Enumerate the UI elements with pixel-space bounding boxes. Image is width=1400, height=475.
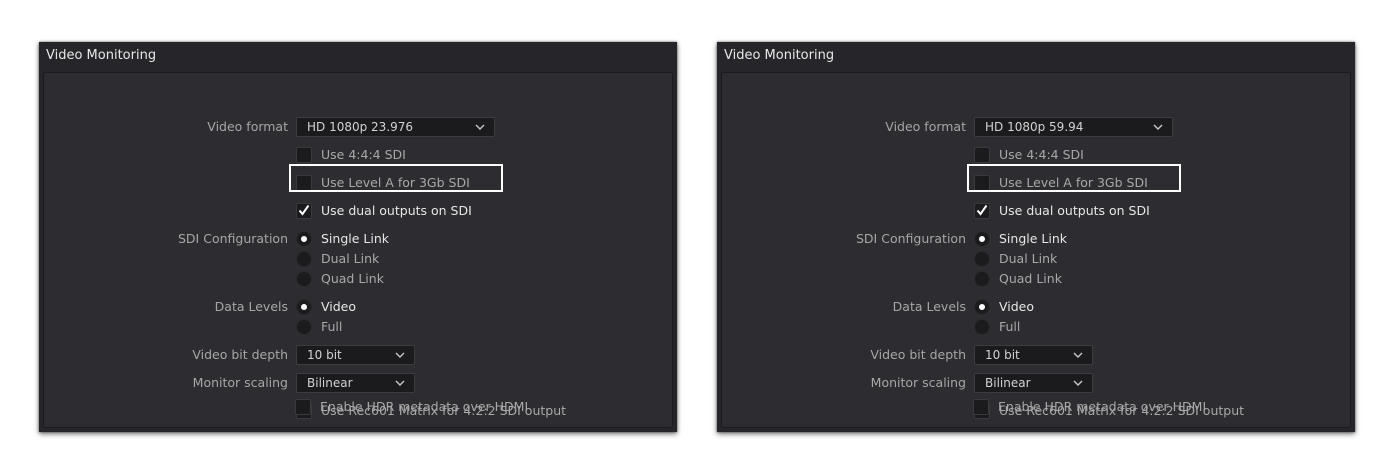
radio-selected-dot [301,304,307,310]
chevron-down-icon [1153,124,1163,130]
panel-title: Video Monitoring [724,48,835,63]
sdi-configuration-label: SDI Configuration [178,231,288,246]
video-format-dropdown[interactable]: HD 1080p 59.94 [974,117,1173,137]
monitor-scaling-label: Monitor scaling [870,375,966,390]
radio-quad-link[interactable] [974,271,990,287]
full-level-label: Full [999,319,1021,334]
video-bit-depth-label: Video bit depth [192,347,288,362]
use-444-sdi-label: Use 4:4:4 SDI [321,147,406,162]
radio-dual-link[interactable] [296,251,312,267]
checkmark-icon [976,204,988,216]
use-dual-outputs-label: Use dual outputs on SDI [999,203,1150,218]
monitor-scaling-value: Bilinear [307,376,353,390]
radio-single-link[interactable] [974,231,990,247]
radio-selected-dot [979,236,985,242]
monitor-scaling-dropdown[interactable]: Bilinear [974,373,1093,393]
sdi-configuration-label: SDI Configuration [856,231,966,246]
settings-group: Video format HD 1080p 23.976 Use 4:4:4 S… [43,72,673,428]
use-level-a-checkbox[interactable] [974,175,990,191]
video-level-label: Video [999,299,1035,314]
use-dual-outputs-label: Use dual outputs on SDI [321,203,472,218]
video-bit-depth-dropdown[interactable]: 10 bit [296,345,415,365]
radio-single-link[interactable] [296,231,312,247]
data-levels-label: Data Levels [214,299,288,314]
chevron-down-icon [475,124,485,130]
use-level-a-label: Use Level A for 3Gb SDI [999,175,1148,190]
use-dual-outputs-checkbox[interactable] [974,203,990,219]
radio-video[interactable] [296,299,312,315]
radio-full[interactable] [296,319,312,335]
monitor-scaling-value: Bilinear [985,376,1031,390]
video-level-label: Video [321,299,357,314]
use-level-a-checkbox[interactable] [296,175,312,191]
video-format-label: Video format [207,119,288,134]
use-rec601-label: Use Rec601 Matrix for 4:2:2 SDI output [999,403,1245,418]
radio-video[interactable] [974,299,990,315]
settings-group: Video format HD 1080p 59.94 Use 4:4:4 SD… [721,72,1351,428]
monitor-scaling-label: Monitor scaling [192,375,288,390]
radio-quad-link[interactable] [296,271,312,287]
single-link-label: Single Link [321,231,389,246]
dual-link-label: Dual Link [999,251,1058,266]
video-format-value: HD 1080p 59.94 [985,120,1084,134]
enable-hdr-checkbox[interactable] [295,399,311,415]
chevron-down-icon [1073,352,1083,358]
chevron-down-icon [395,380,405,386]
use-444-sdi-checkbox[interactable] [296,147,312,163]
chevron-down-icon [395,352,405,358]
video-bit-depth-label: Video bit depth [870,347,966,362]
quad-link-label: Quad Link [321,271,384,286]
monitor-scaling-dropdown[interactable]: Bilinear [296,373,415,393]
video-bit-depth-value: 10 bit [307,348,342,362]
video-format-label: Video format [885,119,966,134]
enable-hdr-checkbox[interactable] [973,399,989,415]
radio-selected-dot [301,236,307,242]
full-level-label: Full [321,319,343,334]
video-bit-depth-value: 10 bit [985,348,1020,362]
dual-link-label: Dual Link [321,251,380,266]
use-level-a-label: Use Level A for 3Gb SDI [321,175,470,190]
use-dual-outputs-checkbox[interactable] [296,203,312,219]
data-levels-label: Data Levels [892,299,966,314]
video-monitoring-panel-right: Video Monitoring Video format HD 1080p 5… [717,42,1355,432]
chevron-down-icon [1073,380,1083,386]
use-444-sdi-label: Use 4:4:4 SDI [999,147,1084,162]
quad-link-label: Quad Link [999,271,1062,286]
video-format-dropdown[interactable]: HD 1080p 23.976 [296,117,495,137]
checkmark-icon [298,204,310,216]
radio-full[interactable] [974,319,990,335]
panel-title: Video Monitoring [46,48,157,63]
video-bit-depth-dropdown[interactable]: 10 bit [974,345,1093,365]
radio-selected-dot [979,304,985,310]
use-rec601-label: Use Rec601 Matrix for 4:2:2 SDI output [321,403,567,418]
video-monitoring-panel-left: Video Monitoring Video format HD 1080p 2… [39,42,677,432]
radio-dual-link[interactable] [974,251,990,267]
use-444-sdi-checkbox[interactable] [974,147,990,163]
video-format-value: HD 1080p 23.976 [307,120,414,134]
single-link-label: Single Link [999,231,1067,246]
